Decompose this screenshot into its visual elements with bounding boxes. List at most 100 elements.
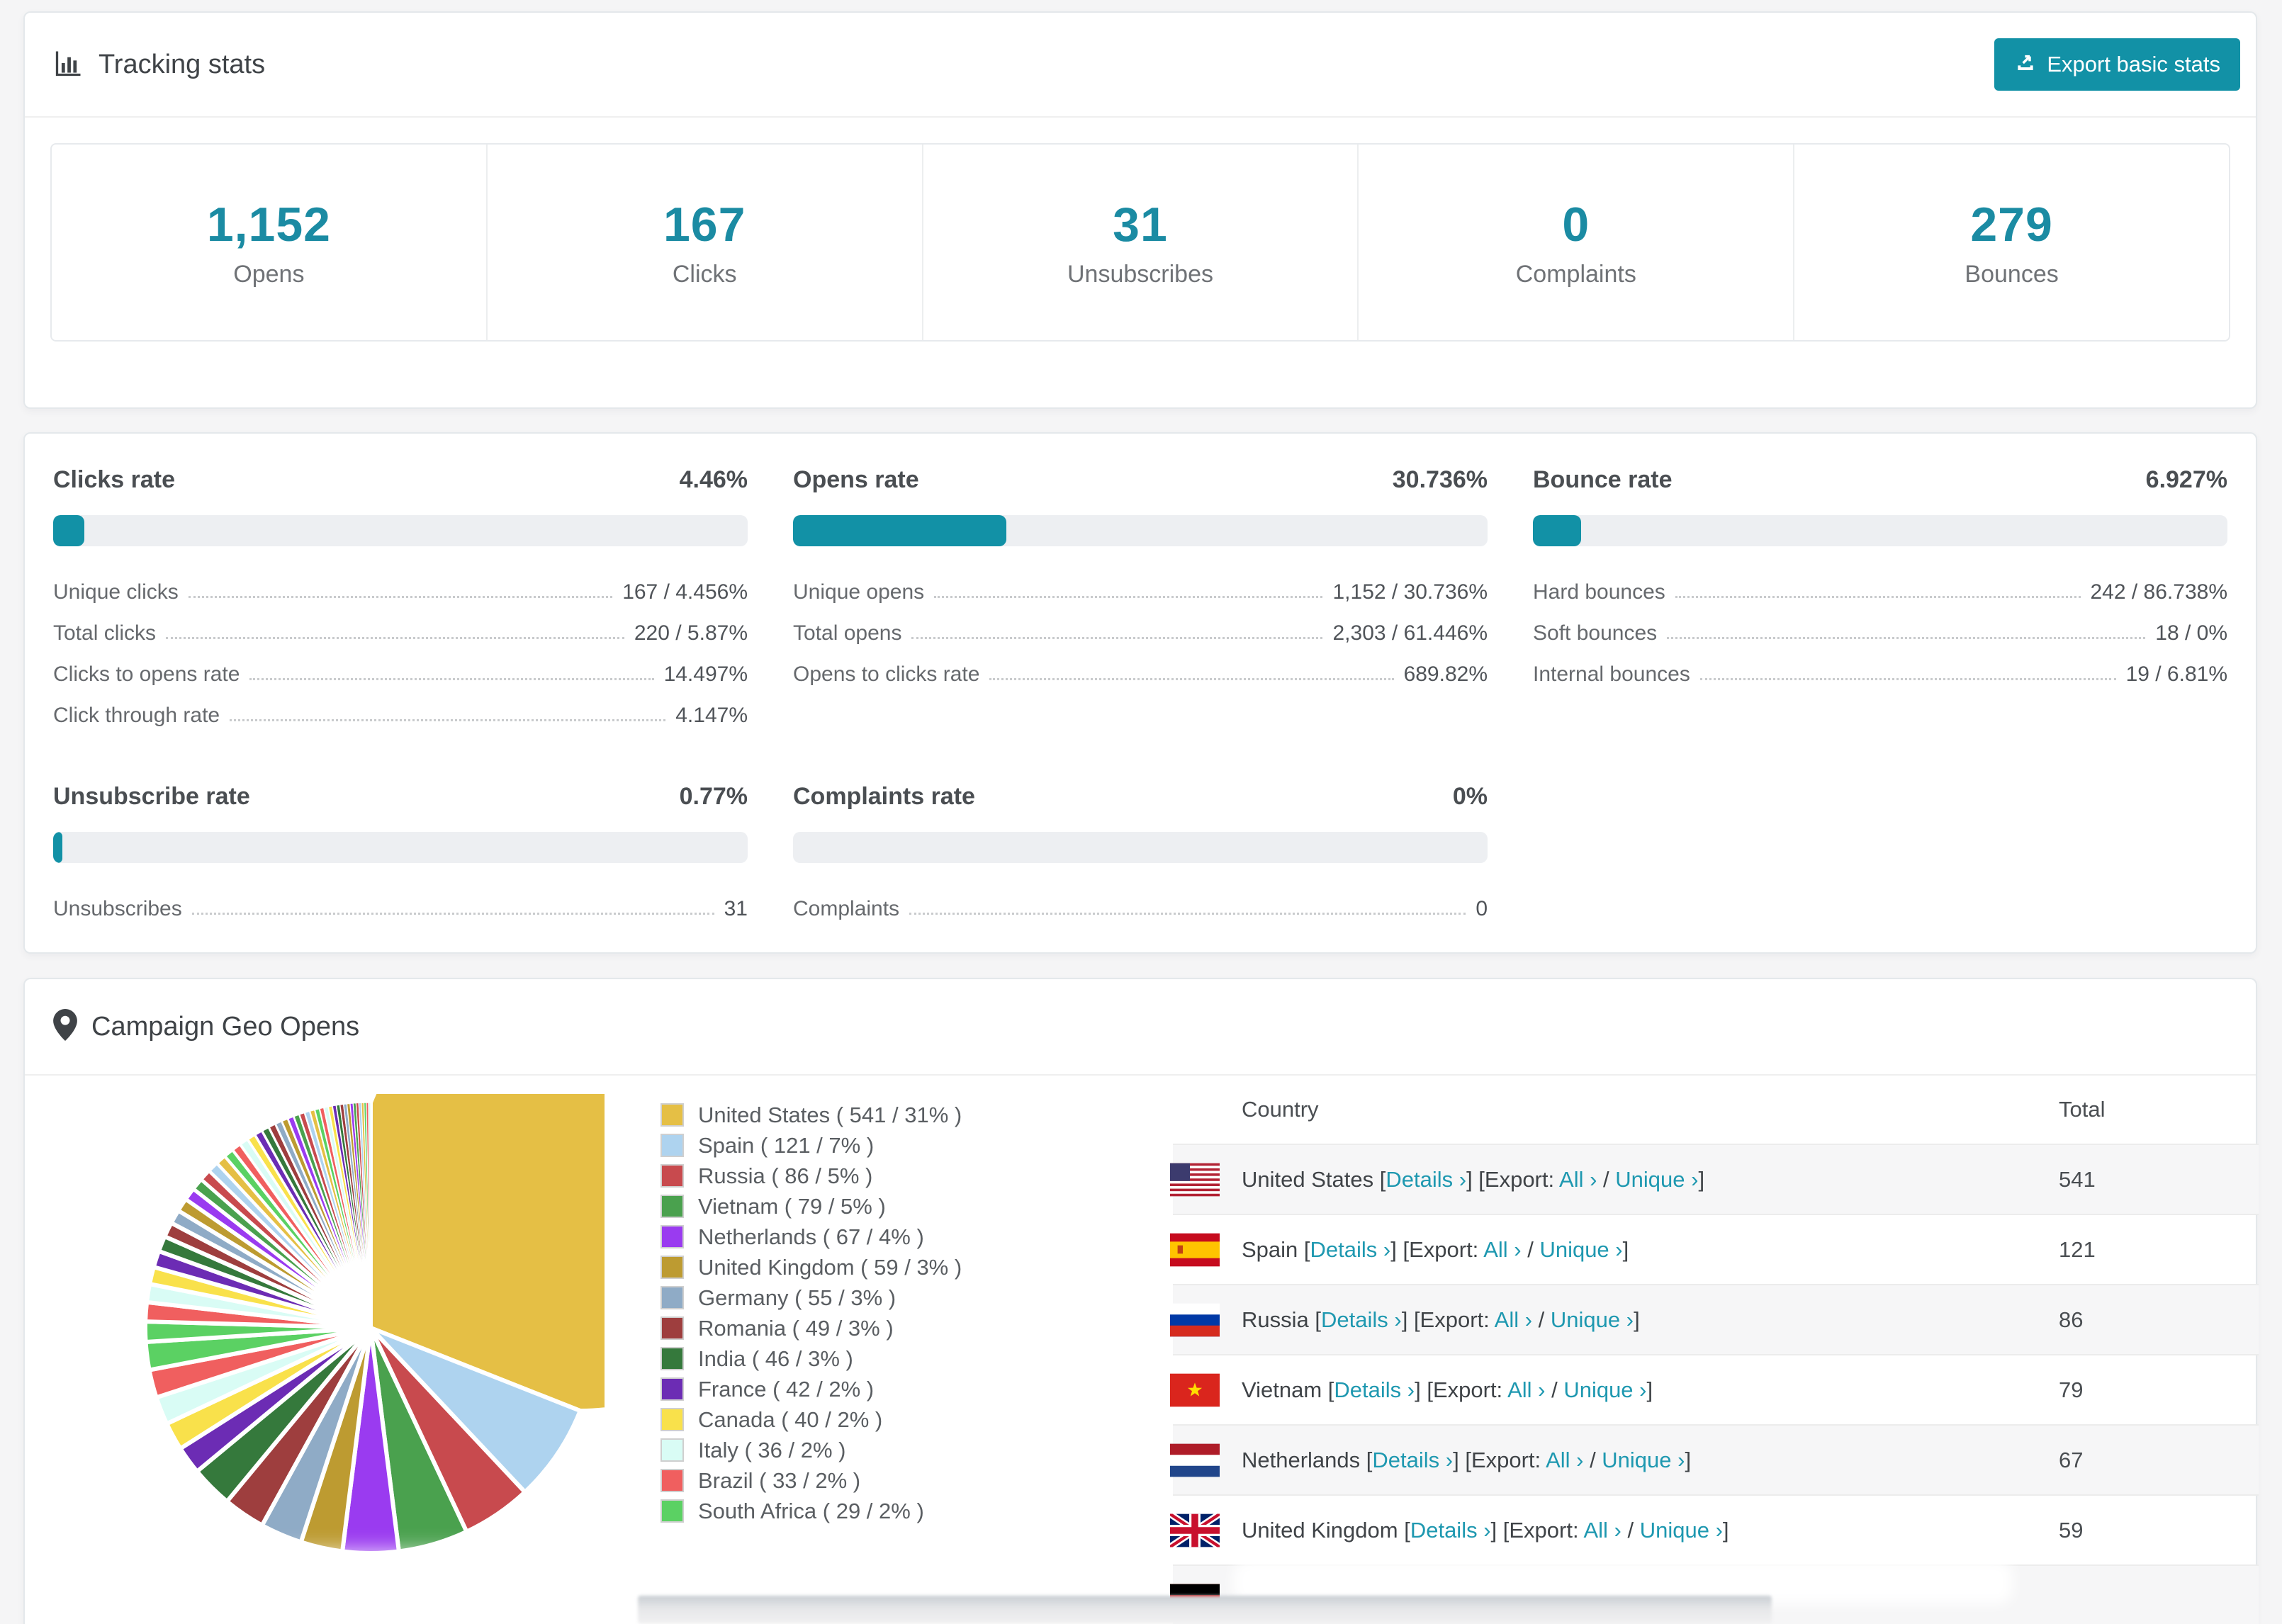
flag-es-icon bbox=[1170, 1233, 1220, 1266]
rate-block: Clicks rate 4.46% Unique clicks 167 / 4.… bbox=[53, 466, 748, 728]
rate-row-label: Complaints bbox=[793, 897, 900, 920]
details-link[interactable]: Details › bbox=[1334, 1377, 1415, 1402]
export-icon bbox=[2014, 50, 2037, 79]
legend-label: France ( 42 / 2% ) bbox=[698, 1376, 875, 1402]
rate-row-value: 167 / 4.456% bbox=[622, 580, 748, 604]
legend-label: Netherlands ( 67 / 4% ) bbox=[698, 1224, 924, 1249]
geo-table-body: United States [Details ›] [Export: All ›… bbox=[1170, 1144, 2259, 1624]
export-unique-link[interactable]: Unique › bbox=[1539, 1237, 1622, 1262]
country-name: Spain bbox=[1242, 1236, 1298, 1262]
export-all-link[interactable]: All › bbox=[1495, 1307, 1532, 1332]
country-total: 79 bbox=[2059, 1377, 2084, 1402]
export-all-link[interactable]: All › bbox=[1483, 1237, 1521, 1262]
country-total: 86 bbox=[2059, 1307, 2084, 1332]
legend-label: Brazil ( 33 / 2% ) bbox=[698, 1467, 861, 1493]
legend-swatch bbox=[661, 1469, 684, 1492]
legend-item: India ( 46 / 3% ) bbox=[661, 1343, 962, 1374]
export-basic-stats-button[interactable]: Export basic stats bbox=[1994, 38, 2240, 91]
geo-section-title: Campaign Geo Opens bbox=[91, 1011, 360, 1042]
details-link[interactable]: Details › bbox=[1410, 1518, 1491, 1543]
legend-label: Canada ( 40 / 2% ) bbox=[698, 1406, 883, 1432]
rate-row-label: Opens to clicks rate bbox=[793, 662, 980, 686]
rate-row-label: Total opens bbox=[793, 621, 902, 645]
rate-row-label: Click through rate bbox=[53, 704, 220, 727]
export-all-link[interactable]: All › bbox=[1583, 1518, 1621, 1543]
legend-label: United Kingdom ( 59 / 3% ) bbox=[698, 1254, 962, 1280]
country-total: 541 bbox=[2059, 1166, 2096, 1192]
dotted-leader bbox=[934, 596, 1323, 598]
bar-chart-icon bbox=[53, 47, 84, 82]
export-unique-link[interactable]: Unique › bbox=[1615, 1167, 1698, 1192]
legend-label: Vietnam ( 79 / 5% ) bbox=[698, 1193, 886, 1219]
country-name: Netherlands bbox=[1242, 1447, 1361, 1472]
dotted-leader bbox=[191, 913, 714, 915]
export-unique-link[interactable]: Unique › bbox=[1602, 1448, 1685, 1472]
rate-row: Soft bounces 18 / 0% bbox=[1533, 604, 2227, 645]
country-total: 67 bbox=[2059, 1447, 2084, 1472]
summary-cell: 279 Bounces bbox=[1794, 145, 2229, 340]
table-row: Vietnam [Details ›] [Export: All › / Uni… bbox=[1170, 1354, 2259, 1424]
legend-swatch bbox=[661, 1134, 684, 1157]
rate-row-value: 1,152 / 30.736% bbox=[1332, 580, 1488, 604]
legend-item: France ( 42 / 2% ) bbox=[661, 1374, 962, 1404]
rate-value: 0% bbox=[1452, 783, 1488, 810]
rate-row: Unsubscribes 31 bbox=[53, 880, 748, 921]
rate-title: Opens rate bbox=[793, 466, 919, 493]
summary-cell: 167 Clicks bbox=[488, 145, 923, 340]
dotted-leader bbox=[909, 913, 1466, 915]
tracking-stats-card: Tracking stats Export basic stats 1,152 … bbox=[23, 11, 2257, 409]
dotted-leader bbox=[1667, 637, 2146, 639]
export-all-link[interactable]: All › bbox=[1507, 1377, 1545, 1402]
legend-label: Russia ( 86 / 5% ) bbox=[698, 1163, 873, 1188]
details-link[interactable]: Details › bbox=[1310, 1237, 1391, 1262]
rate-row: Complaints 0 bbox=[793, 880, 1488, 921]
legend-swatch bbox=[661, 1103, 684, 1127]
legend-swatch bbox=[661, 1499, 684, 1523]
dotted-leader bbox=[249, 678, 654, 680]
country-total: 121 bbox=[2059, 1236, 2096, 1262]
rate-value: 30.736% bbox=[1392, 466, 1488, 493]
legend-item: Brazil ( 33 / 2% ) bbox=[661, 1465, 962, 1496]
progress-bar-fill bbox=[1533, 515, 1581, 546]
export-unique-link[interactable]: Unique › bbox=[1640, 1518, 1723, 1543]
summary-cell: 1,152 Opens bbox=[52, 145, 488, 340]
flag-vn-icon bbox=[1170, 1373, 1220, 1406]
rate-row: Opens to clicks rate 689.82% bbox=[793, 645, 1488, 687]
rate-row: Internal bounces 19 / 6.81% bbox=[1533, 645, 2227, 687]
details-link[interactable]: Details › bbox=[1321, 1307, 1402, 1332]
summary-cell: 0 Complaints bbox=[1359, 145, 1795, 340]
table-row: Netherlands [Details ›] [Export: All › /… bbox=[1170, 1424, 2259, 1494]
rate-row: Unique clicks 167 / 4.456% bbox=[53, 563, 748, 604]
legend-label: Germany ( 55 / 3% ) bbox=[698, 1285, 896, 1310]
rate-row: Hard bounces 242 / 86.738% bbox=[1533, 563, 2227, 604]
legend-item: Romania ( 49 / 3% ) bbox=[661, 1313, 962, 1343]
map-pin-icon bbox=[53, 1009, 77, 1044]
export-unique-link[interactable]: Unique › bbox=[1551, 1307, 1634, 1332]
geo-body: United States ( 541 / 31% ) Spain ( 121 … bbox=[25, 958, 2259, 1624]
geo-pie-chart[interactable] bbox=[137, 958, 808, 1562]
rate-row: Total clicks 220 / 5.87% bbox=[53, 604, 748, 645]
stat-label: Bounces bbox=[1965, 260, 2059, 288]
rate-block: Complaints rate 0% Complaints 0 bbox=[793, 783, 1488, 921]
pie-legend: United States ( 541 / 31% ) Spain ( 121 … bbox=[661, 1100, 962, 1526]
country-name: United States bbox=[1242, 1166, 1374, 1192]
legend-label: United States ( 541 / 31% ) bbox=[698, 1102, 962, 1127]
dotted-leader bbox=[188, 596, 613, 598]
horizontal-scrollbar[interactable] bbox=[638, 1596, 1772, 1624]
geo-table: Country Total United States [Details ›] … bbox=[1170, 1076, 2259, 1624]
rate-row-value: 2,303 / 61.446% bbox=[1332, 621, 1488, 645]
rate-row-value: 689.82% bbox=[1403, 662, 1488, 686]
export-unique-link[interactable]: Unique › bbox=[1563, 1377, 1646, 1402]
legend-swatch bbox=[661, 1377, 684, 1401]
export-all-link[interactable]: All › bbox=[1559, 1167, 1597, 1192]
export-all-link[interactable]: All › bbox=[1546, 1448, 1583, 1472]
progress-bar-fill bbox=[53, 515, 84, 546]
rate-row-label: Unsubscribes bbox=[53, 897, 182, 920]
stat-value: 167 bbox=[663, 197, 746, 252]
rate-row-value: 14.497% bbox=[663, 662, 748, 686]
flag-nl-icon bbox=[1170, 1443, 1220, 1477]
details-link[interactable]: Details › bbox=[1372, 1448, 1453, 1472]
rate-value: 6.927% bbox=[2145, 466, 2227, 493]
legend-swatch bbox=[661, 1408, 684, 1431]
details-link[interactable]: Details › bbox=[1386, 1167, 1466, 1192]
